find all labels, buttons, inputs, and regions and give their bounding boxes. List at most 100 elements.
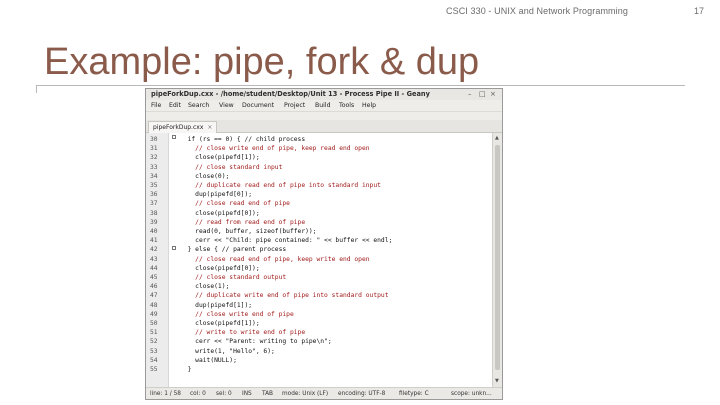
line-number: 32 [150, 154, 158, 162]
code-text: write(1, "Hello", 6); [180, 347, 275, 355]
code-text: // write to write end of pipe [180, 329, 306, 337]
menu-edit[interactable]: Edit [169, 100, 181, 111]
code-line[interactable]: 48 dup(pipefd[1]); [146, 301, 492, 310]
code-text: // duplicate write end of pipe into stan… [180, 292, 389, 300]
tab-label: pipeForkDup.cxx [153, 124, 204, 131]
code-line[interactable]: 40 read(0, buffer, sizeof(buffer)); [146, 227, 492, 236]
window-title: pipeForkDup.cxx - /home/student/Desktop/… [151, 90, 430, 98]
tab-close-icon[interactable]: × [207, 124, 212, 131]
line-number: 51 [150, 329, 158, 337]
status-filetype: filetype: C [399, 391, 429, 397]
line-number: 46 [150, 283, 158, 291]
line-number: 45 [150, 274, 158, 281]
line-number: 50 [150, 320, 158, 327]
code-line[interactable]: 51 // write to write end of pipe [146, 328, 492, 337]
code-text: } else { // parent process [180, 246, 287, 254]
tab-pipeforkdup[interactable]: pipeForkDup.cxx × [148, 121, 218, 133]
code-line[interactable]: 50 close(pipefd[1]); [146, 319, 492, 328]
toolbar-area [146, 112, 502, 120]
line-number: 42 [150, 246, 158, 254]
code-line[interactable]: 42 } else { // parent process [146, 245, 492, 254]
code-text: // close standard input [180, 163, 283, 171]
geany-window: pipeForkDup.cxx - /home/student/Desktop/… [145, 88, 503, 400]
line-number: 34 [150, 172, 158, 180]
code-text: close(pipefd[1]); [180, 154, 260, 162]
code-line[interactable]: 30 if (rs == 0) { // child process [146, 135, 492, 144]
line-number: 55 [150, 366, 158, 373]
code-text: // close write end of pipe [180, 310, 294, 318]
status-ins: INS [242, 391, 252, 397]
menu-help[interactable]: Help [362, 100, 376, 111]
code-line[interactable]: 31 // close write end of pipe, keep read… [146, 144, 492, 153]
menu-file[interactable]: File [151, 100, 161, 111]
code-text: close(pipefd[0]); [180, 209, 260, 217]
code-line[interactable]: 32 close(pipefd[1]); [146, 153, 492, 162]
code-line[interactable]: 47 // duplicate write end of pipe into s… [146, 291, 492, 300]
line-number: 48 [150, 301, 158, 309]
slide-number: 17 [694, 6, 705, 16]
code-text: wait(NULL); [180, 356, 237, 364]
line-number: 35 [150, 182, 158, 189]
status-scope: scope: unkn... [451, 391, 492, 397]
code-line[interactable]: 35 // duplicate read end of pipe into st… [146, 181, 492, 190]
code-line[interactable]: 49 // close write end of pipe [146, 310, 492, 319]
code-text: close(pipefd[0]); [180, 264, 260, 272]
menu-build[interactable]: Build [315, 100, 331, 111]
menu-tools[interactable]: Tools [339, 100, 354, 111]
window-close-icon[interactable]: × [490, 89, 496, 100]
line-number: 38 [150, 209, 158, 217]
code-text: // duplicate read end of pipe into stand… [180, 182, 381, 189]
vertical-scrollbar[interactable]: ▲ ▼ [492, 133, 502, 387]
code-text: cerr << "Parent: writing to pipe\n"; [180, 338, 332, 346]
status-bar: line: 1 / 58 col: 0 sel: 0 INS TAB mode:… [146, 387, 502, 399]
scroll-thumb[interactable] [495, 145, 500, 370]
code-text: dup(pipefd[0]); [180, 191, 253, 199]
code-line[interactable]: 52 cerr << "Parent: writing to pipe\n"; [146, 337, 492, 346]
code-text: // close read end of pipe [180, 200, 290, 208]
code-text: close(1); [180, 283, 230, 291]
menu-search[interactable]: Search [188, 100, 209, 111]
window-minimize-icon[interactable]: – [468, 89, 472, 100]
code-text: // close standard output [180, 274, 287, 281]
line-number: 36 [150, 191, 158, 199]
code-line[interactable]: 45 // close standard output [146, 273, 492, 282]
status-encoding: encoding: UTF-8 [338, 391, 386, 397]
line-number: 43 [150, 255, 158, 263]
code-line[interactable]: 54 wait(NULL); [146, 356, 492, 365]
code-line[interactable]: 33 // close standard input [146, 163, 492, 172]
slide-title: Example: pipe, fork & dup [44, 41, 480, 83]
code-line[interactable]: 38 close(pipefd[0]); [146, 209, 492, 218]
line-number: 30 [150, 136, 158, 143]
line-number: 53 [150, 347, 158, 355]
menu-project[interactable]: Project [284, 100, 305, 111]
code-line[interactable]: 34 close(0); [146, 172, 492, 181]
course-title: CSCI 330 - UNIX and Network Programming [446, 6, 628, 16]
title-rule [36, 85, 685, 86]
code-line[interactable]: 37 // close read end of pipe [146, 199, 492, 208]
code-line[interactable]: 55 } [146, 365, 492, 374]
status-line: line: 1 / 58 [150, 391, 181, 397]
tab-bar: pipeForkDup.cxx × [146, 120, 502, 133]
status-tab: TAB [262, 391, 274, 397]
line-number: 49 [150, 310, 158, 318]
menu-view[interactable]: View [219, 100, 234, 111]
code-line[interactable]: 44 close(pipefd[0]); [146, 264, 492, 273]
code-editor[interactable]: 30 if (rs == 0) { // child process 31 // … [146, 133, 492, 387]
code-line[interactable]: 46 close(1); [146, 282, 492, 291]
menu-document[interactable]: Document [242, 100, 274, 111]
code-line[interactable]: 43 // close read end of pipe, keep write… [146, 255, 492, 264]
code-line[interactable]: 53 write(1, "Hello", 6); [146, 347, 492, 356]
window-maximize-icon[interactable]: □ [479, 89, 486, 100]
status-sel: sel: 0 [216, 391, 232, 397]
code-text: // close read end of pipe, keep write en… [180, 255, 370, 263]
line-number: 44 [150, 264, 158, 272]
scroll-down-icon[interactable]: ▼ [495, 378, 499, 384]
code-text: read(0, buffer, sizeof(buffer)); [180, 228, 317, 235]
code-line[interactable]: 39 // read from read end of pipe [146, 218, 492, 227]
scroll-up-icon[interactable]: ▲ [495, 135, 499, 141]
code-line[interactable]: 41 cerr << "Child: pipe contained: " << … [146, 236, 492, 245]
line-number: 41 [150, 237, 158, 245]
code-line[interactable]: 36 dup(pipefd[0]); [146, 190, 492, 199]
code-text: close(0); [180, 172, 230, 180]
line-number: 47 [150, 292, 158, 300]
